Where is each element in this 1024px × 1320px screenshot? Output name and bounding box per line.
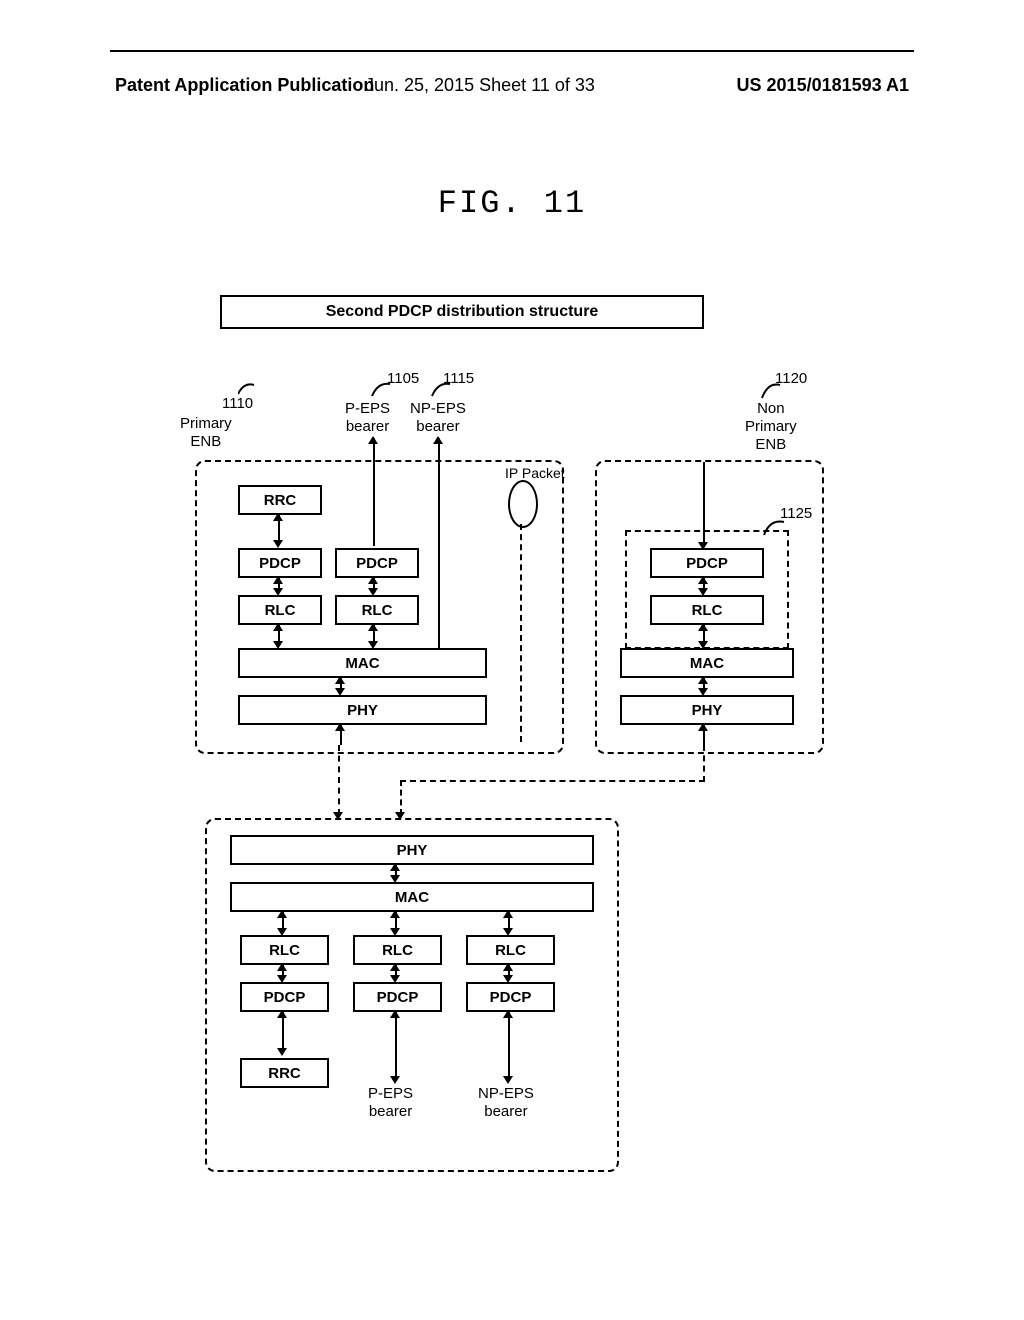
ue-rlc-1: RLC: [240, 935, 329, 965]
primary-pdcp-right: PDCP: [335, 548, 419, 578]
arrow: [703, 462, 705, 546]
ue-pdcp-1: PDCP: [240, 982, 329, 1012]
arrowhead: [698, 576, 708, 584]
npeps-label-bottom: NP-EPS bearer: [478, 1085, 534, 1121]
ue-rrc: RRC: [240, 1058, 329, 1088]
header-right: US 2015/0181593 A1: [737, 75, 909, 96]
arrowhead: [390, 863, 400, 871]
primary-rrc: RRC: [238, 485, 322, 515]
arrowhead: [273, 540, 283, 548]
arrowhead: [368, 436, 378, 444]
ue-pdcp-2: PDCP: [353, 982, 442, 1012]
leader-1110: [238, 382, 258, 397]
arrow: [438, 438, 440, 648]
arrowhead: [503, 910, 513, 918]
leader-1105: [370, 382, 392, 398]
arrowhead: [503, 963, 513, 971]
arrowhead: [273, 623, 283, 631]
non-primary-enb-label: Non Primary ENB: [745, 400, 797, 454]
ue-phy: PHY: [230, 835, 594, 865]
arrowhead: [277, 1048, 287, 1056]
primary-mac: MAC: [238, 648, 487, 678]
primary-enb-label: Primary ENB: [180, 415, 232, 451]
arrowhead: [368, 576, 378, 584]
arrowhead: [277, 1010, 287, 1018]
primary-phy: PHY: [238, 695, 487, 725]
arrowhead: [698, 542, 708, 550]
ue-pdcp-3: PDCP: [466, 982, 555, 1012]
arrowhead: [503, 1076, 513, 1084]
arrowhead: [368, 623, 378, 631]
ue-rlc-2: RLC: [353, 935, 442, 965]
primary-rlc-right: RLC: [335, 595, 419, 625]
np-phy: PHY: [620, 695, 794, 725]
arrowhead: [698, 676, 708, 684]
arrowhead: [390, 1076, 400, 1084]
np-rlc: RLC: [650, 595, 764, 625]
link-np-ue-v2: [400, 780, 402, 815]
arrowhead: [433, 436, 443, 444]
arrow: [508, 1012, 510, 1080]
leader-1115: [430, 382, 452, 398]
header-mid: Jun. 25, 2015 Sheet 11 of 33: [365, 75, 595, 96]
peps-label-top: P-EPS bearer: [345, 400, 390, 436]
arrowhead: [335, 676, 345, 684]
npeps-label-top: NP-EPS bearer: [410, 400, 466, 436]
arrowhead: [273, 513, 283, 521]
ref-1110: 1110: [222, 395, 253, 413]
arrowhead: [698, 623, 708, 631]
arrowhead: [503, 1010, 513, 1018]
arrow: [373, 438, 375, 546]
leader-1120: [760, 382, 782, 400]
link-primary-ue: [338, 745, 340, 815]
np-mac: MAC: [620, 648, 794, 678]
np-pdcp: PDCP: [650, 548, 764, 578]
arrowhead: [277, 910, 287, 918]
arrowhead: [273, 576, 283, 584]
header-left: Patent Application Publication: [115, 75, 374, 96]
arrowhead: [277, 963, 287, 971]
peps-label-bottom: P-EPS bearer: [368, 1085, 413, 1121]
arrowhead: [698, 723, 708, 731]
primary-rlc-left: RLC: [238, 595, 322, 625]
figure-title: FIG. 11: [0, 185, 1024, 222]
link-np-ue-h: [400, 780, 705, 782]
ue-rlc-3: RLC: [466, 935, 555, 965]
primary-pdcp-left: PDCP: [238, 548, 322, 578]
arrow: [282, 1012, 284, 1052]
page: Patent Application Publication Jun. 25, …: [0, 0, 1024, 1320]
arrowhead: [390, 963, 400, 971]
header-rule: [110, 50, 914, 52]
ip-line: [520, 524, 522, 742]
arrowhead: [390, 910, 400, 918]
arrow: [395, 1012, 397, 1080]
arrowhead: [335, 723, 345, 731]
ue-mac: MAC: [230, 882, 594, 912]
diagram-title-box: Second PDCP distribution structure: [220, 295, 704, 329]
link-np-ue-v1: [703, 745, 705, 782]
arrowhead: [390, 1010, 400, 1018]
